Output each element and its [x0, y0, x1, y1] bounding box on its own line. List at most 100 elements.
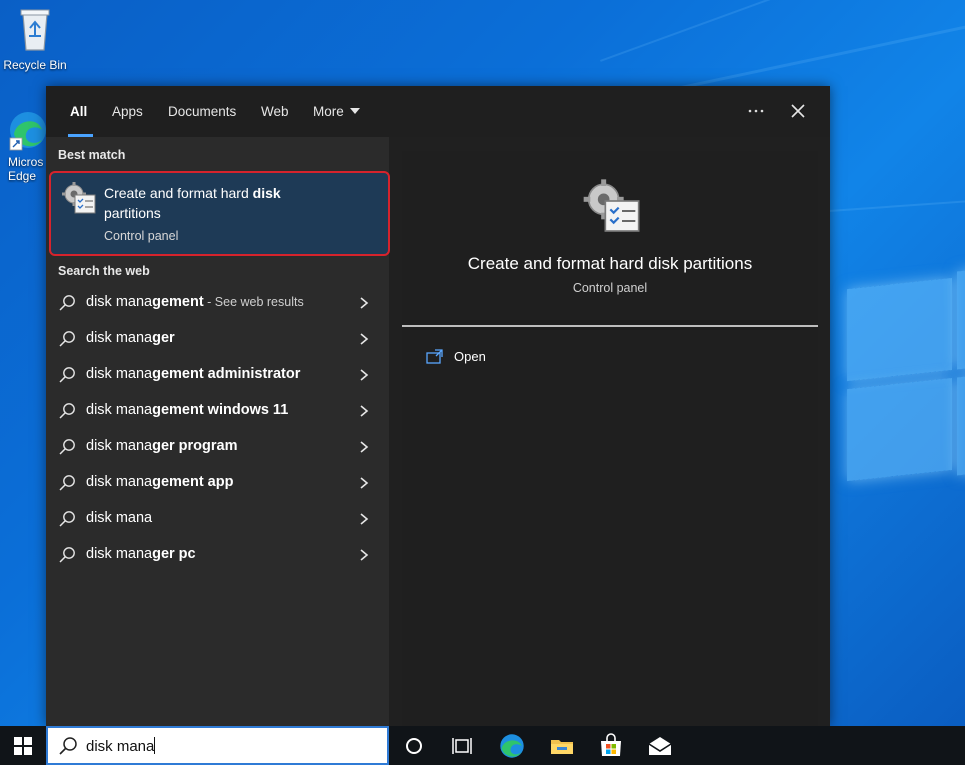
chevron-right-icon — [360, 549, 369, 561]
web-suggestion-hint: - See web results — [203, 295, 304, 309]
web-suggestion-text: disk management app — [86, 474, 233, 490]
web-suggestion-completion: gement administrator — [152, 366, 301, 382]
open-icon — [426, 349, 443, 364]
search-icon — [59, 403, 75, 419]
search-query: disk mana — [86, 738, 155, 755]
chevron-right-icon — [360, 369, 369, 381]
web-suggestion-text: disk manager program — [86, 438, 238, 454]
chevron-right-icon — [360, 441, 369, 453]
wallpaper-windows-logo — [845, 268, 965, 487]
edge-desktop-icon[interactable]: Micros Edge — [0, 108, 46, 183]
file-explorer-button[interactable] — [549, 733, 575, 759]
tab-all[interactable]: All — [67, 86, 94, 137]
chevron-down-icon — [349, 108, 360, 114]
web-suggestion-completion: ger program — [152, 438, 238, 454]
web-suggestion-prefix: disk mana — [86, 438, 153, 454]
preview-title: Create and format hard disk partitions — [467, 254, 753, 273]
edge-icon — [9, 112, 46, 151]
search-web-heading: Search the web — [58, 264, 150, 278]
tab-more[interactable]: More — [313, 86, 360, 137]
task-view-button[interactable] — [449, 733, 475, 759]
search-icon — [59, 367, 75, 383]
chevron-right-icon — [360, 513, 369, 525]
web-suggestion-row[interactable]: disk manager — [46, 321, 389, 357]
open-label: Open — [454, 349, 486, 364]
web-suggestion-row[interactable]: disk management windows 11 — [46, 393, 389, 429]
best-match-result[interactable]: Create and format hard disk partitions Co… — [49, 171, 390, 256]
more-options-icon — [748, 109, 764, 113]
taskbar-search-input[interactable]: disk mana — [46, 726, 389, 765]
web-suggestion-prefix: disk mana — [86, 474, 153, 490]
web-suggestion-row[interactable]: disk management - See web results — [46, 285, 389, 321]
best-match-title-bold: disk — [252, 185, 281, 201]
tab-web[interactable]: Web — [261, 86, 289, 137]
recycle-bin-label: Recycle Bin — [3, 58, 67, 72]
preview-subtitle: Control panel — [572, 281, 648, 295]
web-suggestion-completion: ger — [152, 330, 175, 346]
web-suggestion-text: disk management administrator — [86, 366, 300, 382]
web-suggestion-row[interactable]: disk mana — [46, 501, 389, 537]
chevron-right-icon — [360, 477, 369, 489]
search-icon — [59, 475, 75, 491]
web-suggestion-row[interactable]: disk management app — [46, 465, 389, 501]
best-match-title-tail: partitions — [104, 205, 161, 221]
edge-label-line1: Micros — [8, 155, 44, 169]
search-panel: All Apps Documents Web More Best match C… — [46, 86, 830, 726]
search-query-wrap: disk mana — [86, 737, 156, 755]
search-icon — [59, 547, 75, 563]
tab-documents[interactable]: Documents — [168, 86, 236, 137]
web-suggestion-text: disk manager — [86, 330, 175, 346]
file-explorer-icon — [551, 740, 573, 754]
web-suggestion-row[interactable]: disk management administrator — [46, 357, 389, 393]
search-tabs: All Apps Documents Web More — [46, 86, 830, 137]
web-suggestion-row[interactable]: disk manager program — [46, 429, 389, 465]
web-suggestion-prefix: disk mana — [86, 330, 153, 346]
web-suggestion-text: disk mana — [86, 510, 152, 526]
start-button[interactable] — [0, 726, 46, 765]
chevron-right-icon — [360, 405, 369, 417]
best-match-title: Create and format hard disk partitions — [104, 183, 334, 223]
recycle-bin-icon — [20, 9, 50, 51]
web-suggestion-text: disk management - See web results — [86, 294, 304, 310]
web-suggestion-completion: gement app — [152, 474, 234, 490]
desktop-ray — [600, 0, 965, 62]
best-match-heading: Best match — [58, 148, 126, 162]
cortana-button[interactable] — [401, 733, 427, 759]
mail-button[interactable] — [647, 733, 673, 759]
web-suggestion-text: disk manager pc — [86, 546, 196, 562]
edge-label-line2: Edge — [8, 169, 37, 183]
store-button[interactable] — [598, 733, 624, 759]
taskbar: disk mana — [0, 726, 965, 765]
web-suggestion-prefix: disk mana — [86, 366, 153, 382]
disk-management-gear-icon — [583, 179, 640, 232]
preview-pane: Create and format hard disk partitions C… — [402, 151, 818, 726]
mail-icon — [648, 737, 672, 755]
web-suggestion-prefix: disk mana — [86, 294, 153, 310]
tab-apps[interactable]: Apps — [112, 86, 143, 137]
search-icon — [59, 439, 75, 455]
cortana-icon — [406, 738, 422, 754]
open-action[interactable]: Open — [424, 347, 624, 371]
search-icon — [59, 331, 75, 347]
more-options-button[interactable] — [744, 99, 768, 123]
text-cursor — [154, 737, 156, 754]
task-view-icon — [452, 738, 472, 754]
best-match-subtitle: Control panel — [104, 229, 179, 243]
web-suggestion-prefix: disk mana — [86, 510, 153, 526]
web-suggestion-prefix: disk mana — [86, 546, 153, 562]
chevron-right-icon — [360, 333, 369, 345]
best-match-title-plain: Create and format hard — [104, 185, 253, 201]
edge-taskbar-button[interactable] — [499, 733, 525, 759]
web-suggestion-row[interactable]: disk manager pc — [46, 537, 389, 573]
search-icon — [59, 511, 75, 527]
web-suggestion-completion: gement windows 11 — [152, 402, 289, 418]
windows-start-icon — [14, 737, 32, 755]
recycle-bin-desktop-icon[interactable]: Recycle Bin — [0, 6, 70, 72]
close-button[interactable] — [786, 99, 810, 123]
web-suggestion-text: disk management windows 11 — [86, 402, 288, 418]
edge-icon — [500, 734, 524, 758]
preview-divider — [402, 325, 818, 327]
close-icon — [791, 104, 805, 118]
disk-management-gear-icon — [62, 182, 96, 214]
chevron-right-icon — [360, 297, 369, 309]
